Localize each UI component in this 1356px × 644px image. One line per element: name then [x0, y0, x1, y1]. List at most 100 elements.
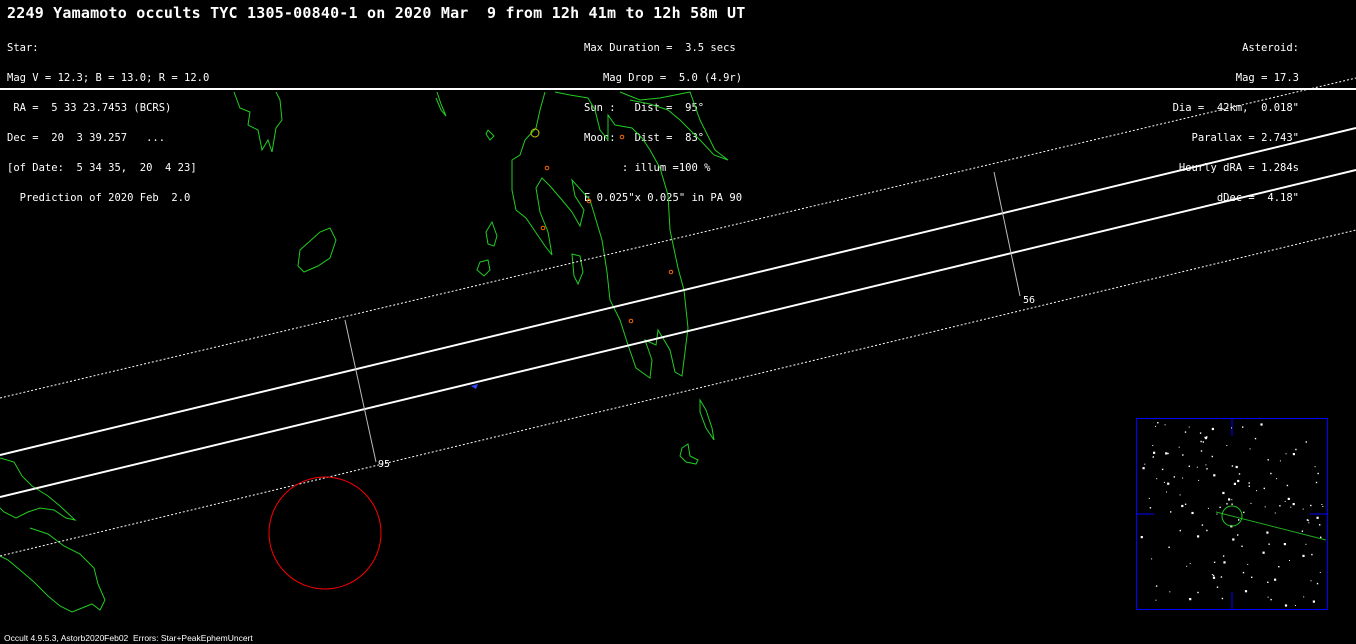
- inset-star: [1142, 467, 1145, 470]
- inset-star: [1279, 505, 1281, 507]
- island-outline: [679, 443, 699, 465]
- inset-star: [1267, 596, 1269, 598]
- inset-star: [1222, 491, 1225, 495]
- footer-credits: Occult 4.9.5.3, Astorb2020Feb02 Errors: …: [4, 633, 253, 643]
- inset-star: [1316, 516, 1319, 519]
- inset-star: [1287, 497, 1290, 500]
- inset-star: [1294, 605, 1296, 606]
- inset-star: [1179, 529, 1181, 532]
- observer-site-marker: [668, 269, 674, 275]
- inset-star: [1211, 455, 1213, 458]
- inset-star: [1202, 441, 1204, 443]
- inset-star: [1169, 591, 1171, 593]
- time-tick-label: 95: [378, 459, 390, 470]
- inset-star: [1189, 563, 1191, 565]
- inset-star: [1213, 474, 1216, 477]
- inset-star: [1223, 561, 1226, 564]
- inset-star: [1184, 431, 1187, 433]
- inset-star: [1207, 507, 1209, 509]
- inset-star: [1241, 545, 1243, 547]
- centre-marker: [471, 384, 478, 389]
- inset-star: [1200, 440, 1202, 443]
- inset-star: [1244, 590, 1248, 593]
- inset-star: [1155, 599, 1157, 601]
- observer-site-marker: [544, 165, 550, 171]
- inset-star: [1140, 536, 1143, 539]
- inset-star: [1262, 551, 1265, 554]
- inset-star: [1249, 448, 1251, 450]
- inset-star: [1314, 466, 1316, 468]
- time-tick-label: 56: [1023, 295, 1035, 306]
- inset-star: [1212, 576, 1216, 579]
- inset-star: [1274, 578, 1277, 581]
- inset-star: [1242, 571, 1245, 574]
- star-chart-inset: [1136, 418, 1328, 610]
- inset-star: [1247, 563, 1249, 565]
- inset-star: [1238, 519, 1240, 521]
- inset-star: [1152, 445, 1154, 446]
- inset-star: [1292, 503, 1295, 506]
- inset-star: [1144, 463, 1146, 465]
- inset-star: [1156, 478, 1158, 480]
- island-outline: [571, 253, 584, 286]
- inset-star: [1322, 506, 1324, 507]
- island-outline: [476, 259, 491, 277]
- inset-star: [1292, 453, 1295, 456]
- inset-star: [1242, 426, 1244, 428]
- north-path-limit: [0, 127, 1356, 456]
- inset-star: [1305, 543, 1307, 545]
- time-tick-line: [344, 319, 377, 463]
- inset-star: [1148, 497, 1150, 499]
- inset-star: [1173, 476, 1175, 478]
- inset-star: [1311, 553, 1313, 556]
- inset-star: [1248, 482, 1250, 484]
- inset-star: [1237, 534, 1239, 536]
- inset-star: [1238, 473, 1241, 475]
- inset-star: [1302, 554, 1305, 557]
- inset-star: [1184, 503, 1187, 505]
- coastline: [233, 91, 283, 153]
- time-tick-line: [993, 171, 1021, 297]
- inset-star: [1222, 555, 1225, 557]
- inset-star: [1267, 459, 1269, 461]
- inset-star: [1151, 558, 1153, 560]
- inset-star: [1221, 597, 1224, 600]
- inset-star: [1279, 460, 1281, 462]
- inset-star: [1276, 478, 1278, 480]
- coastline: [0, 527, 106, 613]
- inset-star: [1163, 481, 1165, 483]
- inset-star: [1186, 565, 1188, 567]
- inset-star: [1235, 465, 1238, 469]
- inset-star: [1191, 511, 1194, 515]
- inset-star: [1233, 482, 1236, 485]
- inset-star: [1270, 472, 1272, 475]
- inset-star: [1251, 576, 1253, 578]
- inset-star: [1206, 529, 1208, 532]
- inset-star: [1161, 468, 1164, 471]
- inset-star: [1270, 598, 1272, 601]
- inset-star: [1307, 519, 1309, 522]
- inset-star: [1182, 477, 1184, 479]
- coastlines: [0, 91, 729, 613]
- inset-star: [1283, 543, 1286, 546]
- inset-star: [1216, 513, 1218, 515]
- inset-star: [1316, 582, 1319, 585]
- inset-star: [1212, 574, 1215, 577]
- coastline: [0, 457, 77, 521]
- inset-star: [1231, 427, 1232, 429]
- inset-star: [1295, 448, 1297, 451]
- inset-star: [1231, 499, 1233, 501]
- inset-star: [1155, 425, 1157, 427]
- inset-star: [1197, 591, 1199, 594]
- inset-star: [1237, 479, 1240, 483]
- inset-star: [1211, 427, 1214, 431]
- inset-star: [1167, 482, 1170, 485]
- coastline: [619, 91, 729, 161]
- inset-star: [1219, 506, 1221, 509]
- inset-star: [1303, 596, 1305, 598]
- coastline: [435, 91, 447, 117]
- coastline: [485, 129, 495, 141]
- inset-star: [1188, 426, 1190, 428]
- inset-star: [1250, 502, 1252, 504]
- inset-star: [1289, 560, 1290, 561]
